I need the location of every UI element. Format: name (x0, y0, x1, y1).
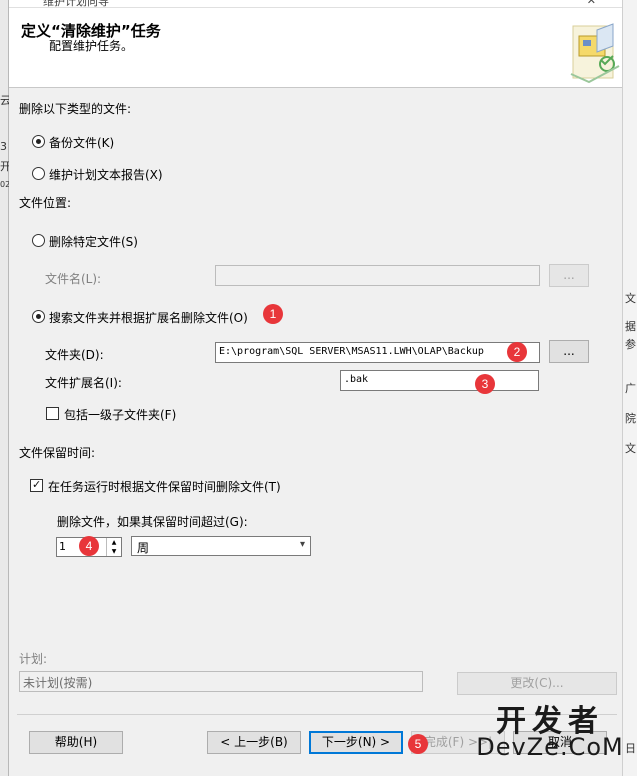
bg-fragment: 院 (625, 412, 636, 425)
retention-checkbox[interactable] (30, 477, 43, 493)
page-subtitle: 配置维护任务。 (49, 39, 134, 53)
annotation-badge-1: 1 (263, 304, 283, 324)
include-subfolders-label[interactable]: 包括一级子文件夹(F) (64, 406, 176, 423)
bg-fragment: 参 (625, 338, 636, 351)
retention-label: 文件保留时间: (19, 446, 96, 460)
older-than-label: 删除文件，如果其保留时间超过(G): (57, 515, 248, 529)
retention-unit-value: 周 (137, 541, 150, 555)
change-schedule-button[interactable]: 更改(C)... (457, 672, 617, 695)
folder-input[interactable]: E:\program\SQL SERVER\MSAS11.LWH\OLAP\Ba… (215, 342, 540, 363)
window-title: 维护计划向导 (43, 0, 109, 8)
bg-fragment: 文 (625, 292, 636, 305)
chevron-down-icon: ▾ (299, 539, 305, 550)
bg-fragment: 文 (625, 442, 636, 455)
report-files-radio[interactable] (32, 167, 45, 180)
cancel-button[interactable]: 取消 (513, 731, 607, 754)
file-name-browse-button[interactable]: ... (549, 264, 589, 287)
retention-amount-value[interactable]: 1 (59, 540, 66, 553)
report-files-label[interactable]: 维护计划文本报告(X) (49, 166, 163, 183)
file-name-label: 文件名(L): (45, 272, 102, 286)
spin-arrows-icon[interactable]: ▲ ▼ (106, 538, 121, 556)
delete-specific-file-label[interactable]: 删除特定文件(S) (49, 233, 138, 250)
annotation-badge-3: 3 (475, 374, 495, 394)
wizard-header: 定义“清除维护”任务 配置维护任务。 (9, 8, 622, 88)
back-button[interactable]: < 上一步(B) (207, 731, 301, 754)
footer-divider (17, 714, 617, 715)
backup-files-radio[interactable] (32, 135, 45, 148)
delete-specific-file-radio[interactable] (32, 234, 45, 247)
bg-fragment: 据 (625, 320, 636, 333)
folder-browse-button[interactable]: ... (549, 340, 589, 363)
bg-fragment: 日 (625, 742, 636, 755)
background-window-left: 云 3 开 02 (0, 0, 11, 776)
schedule-value: 未计划(按需) (19, 671, 423, 692)
title-bar: 维护计划向导 ✕ (9, 0, 622, 8)
help-button[interactable]: 帮助(H) (29, 731, 123, 754)
bg-fragment: 3 (0, 140, 7, 153)
annotation-badge-5: 5 (408, 734, 428, 754)
next-button[interactable]: 下一步(N) > (309, 731, 403, 754)
delete-type-label: 删除以下类型的文件: (19, 102, 132, 116)
annotation-badge-4: 4 (79, 536, 99, 556)
background-window-right: 文 据 参 广 院 文 日 (622, 0, 637, 776)
wizard-logo-icon (570, 23, 620, 84)
schedule-label: 计划: (19, 652, 48, 666)
close-icon[interactable]: ✕ (587, 0, 596, 7)
annotation-badge-2: 2 (507, 342, 527, 362)
file-location-label: 文件位置: (19, 196, 72, 210)
search-folder-radio[interactable] (32, 310, 45, 323)
bg-fragment: 广 (625, 382, 636, 395)
extension-input[interactable]: .bak (340, 370, 539, 391)
retention-unit-select[interactable]: 周 ▾ (131, 536, 311, 556)
retention-checkbox-label[interactable]: 在任务运行时根据文件保留时间删除文件(T) (48, 478, 281, 495)
maintenance-wizard-dialog: 维护计划向导 ✕ 定义“清除维护”任务 配置维护任务。 删除以下类型的文件: 备… (9, 0, 622, 776)
search-folder-label[interactable]: 搜索文件夹并根据扩展名删除文件(O) (49, 309, 248, 326)
include-subfolders-checkbox[interactable] (46, 407, 59, 420)
file-name-input[interactable] (215, 265, 540, 286)
folder-label: 文件夹(D): (45, 348, 104, 362)
extension-label: 文件扩展名(I): (45, 376, 122, 390)
backup-files-label[interactable]: 备份文件(K) (49, 134, 114, 151)
